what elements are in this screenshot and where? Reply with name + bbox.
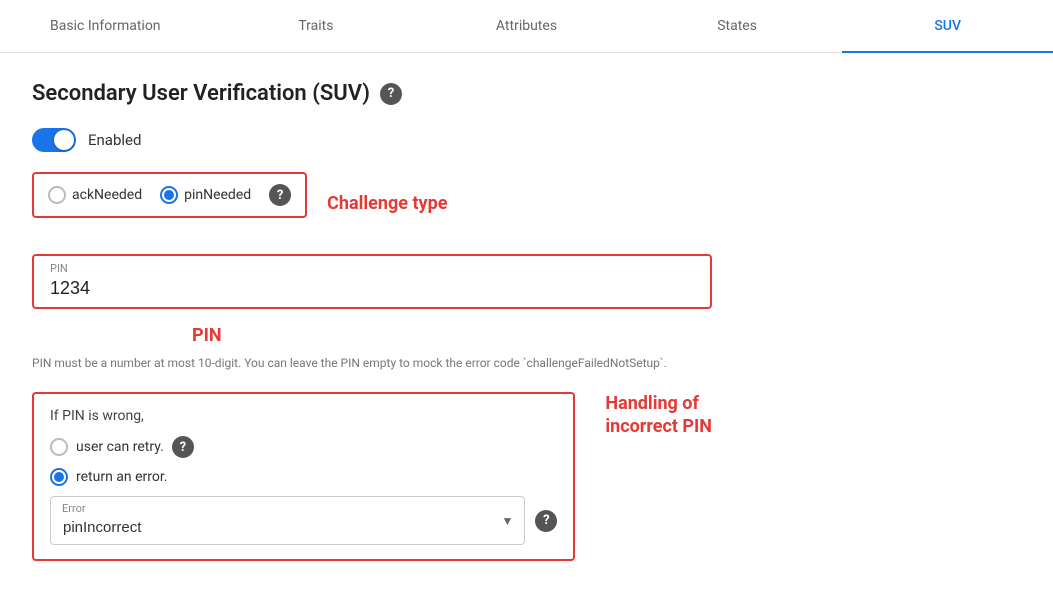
enabled-toggle[interactable] — [32, 128, 76, 152]
incorrect-pin-row: If PIN is wrong, user can retry. ? retur… — [32, 392, 712, 569]
return-error-radio[interactable] — [50, 468, 68, 486]
tab-traits[interactable]: Traits — [211, 0, 422, 52]
error-dropdown-help-icon[interactable]: ? — [535, 510, 557, 532]
incorrect-pin-section: If PIN is wrong, user can retry. ? retur… — [32, 392, 575, 561]
user-retry-radio-row: user can retry. ? — [50, 436, 557, 458]
title-help-icon[interactable]: ? — [380, 83, 402, 105]
pin-needed-radio-group: pinNeeded — [160, 186, 251, 204]
page-title: Secondary User Verification (SUV) — [32, 81, 370, 106]
ack-needed-radio-group: ackNeeded — [48, 186, 142, 204]
tab-suv[interactable]: SUV — [842, 0, 1053, 52]
pin-needed-label: pinNeeded — [184, 187, 251, 203]
ack-needed-radio[interactable] — [48, 186, 66, 204]
error-dropdown[interactable]: pinIncorrect pinLocked challengeFailedNo… — [50, 496, 525, 545]
pin-hint: PIN must be a number at most 10-digit. Y… — [32, 354, 712, 372]
challenge-type-annotation: Challenge type — [327, 193, 447, 214]
challenge-type-section: ackNeeded pinNeeded ? — [32, 172, 307, 218]
error-dropdown-row: Error pinIncorrect pinLocked challengeFa… — [50, 496, 557, 545]
pin-input[interactable] — [34, 256, 710, 307]
left-panel: Secondary User Verification (SUV) ? Enab… — [32, 81, 712, 569]
user-retry-label: user can retry. — [76, 439, 164, 455]
incorrect-pin-section-left: If PIN is wrong, user can retry. ? retur… — [32, 392, 575, 569]
enabled-toggle-row: Enabled — [32, 128, 712, 152]
pin-annotation: PIN — [192, 325, 222, 346]
error-dropdown-wrapper: Error pinIncorrect pinLocked challengeFa… — [50, 496, 525, 545]
page-title-row: Secondary User Verification (SUV) ? — [32, 81, 712, 106]
challenge-type-row: ackNeeded pinNeeded ? Challenge type — [32, 172, 712, 234]
tab-attributes[interactable]: Attributes — [421, 0, 632, 52]
return-error-label: return an error. — [76, 469, 167, 485]
incorrect-pin-annotation: Handling ofincorrect PIN — [605, 393, 712, 437]
tab-basic-information[interactable]: Basic Information — [0, 0, 211, 52]
user-retry-radio[interactable] — [50, 438, 68, 456]
tab-bar: Basic Information Traits Attributes Stat… — [0, 0, 1053, 53]
pin-needed-radio[interactable] — [160, 186, 178, 204]
incorrect-pin-annotation-box: Handling ofincorrect PIN — [605, 392, 712, 439]
ack-needed-label: ackNeeded — [72, 187, 142, 203]
if-wrong-label: If PIN is wrong, — [50, 408, 557, 424]
pin-field-container: PIN — [32, 254, 712, 309]
main-content: Secondary User Verification (SUV) ? Enab… — [0, 53, 1053, 601]
user-retry-help-icon[interactable]: ? — [172, 436, 194, 458]
return-error-radio-row: return an error. — [50, 468, 557, 486]
tab-states[interactable]: States — [632, 0, 843, 52]
challenge-type-help-icon[interactable]: ? — [269, 184, 291, 206]
enabled-label: Enabled — [88, 131, 141, 149]
